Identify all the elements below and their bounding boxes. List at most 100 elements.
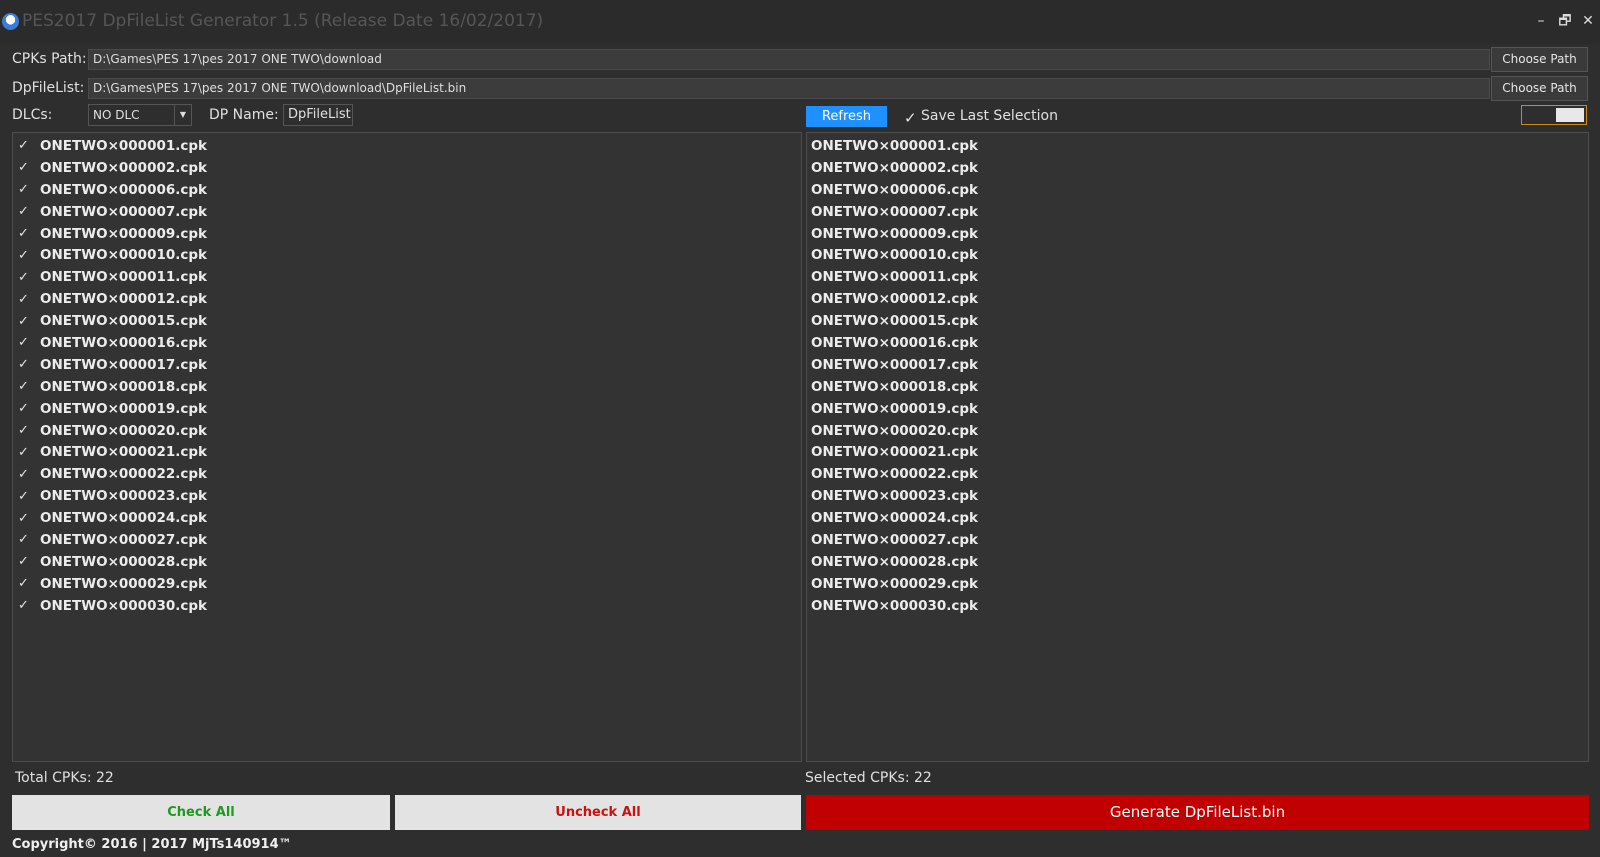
- selected-cpks-count: Selected CPKs: 22: [805, 770, 932, 786]
- file-checkbox[interactable]: ✓: [18, 314, 32, 329]
- selected-file-row[interactable]: ONETWO×000007.cpk: [811, 201, 1588, 223]
- file-name: ONETWO×000027.cpk: [40, 531, 208, 548]
- refresh-button[interactable]: Refresh: [806, 106, 887, 127]
- file-row[interactable]: ✓ ONETWO×000002.cpk: [13, 157, 801, 179]
- selected-file-row[interactable]: ONETWO×000019.cpk: [811, 398, 1588, 420]
- file-checkbox[interactable]: ✓: [18, 576, 32, 591]
- file-row[interactable]: ✓ ONETWO×000023.cpk: [13, 485, 801, 507]
- selected-file-row[interactable]: ONETWO×000006.cpk: [811, 179, 1588, 201]
- selected-file-row[interactable]: ONETWO×000017.cpk: [811, 354, 1588, 376]
- generate-button[interactable]: Generate DpFileList.bin: [806, 795, 1589, 830]
- choose-cpks-path-button[interactable]: Choose Path: [1491, 47, 1588, 72]
- theme-toggle[interactable]: [1521, 105, 1587, 125]
- cpks-path-field[interactable]: D:\Games\PES 17\pes 2017 ONE TWO\downloa…: [88, 49, 1490, 70]
- file-checkbox[interactable]: ✓: [18, 598, 32, 613]
- file-row[interactable]: ✓ ONETWO×000020.cpk: [13, 420, 801, 442]
- file-checkbox[interactable]: ✓: [18, 204, 32, 219]
- file-row[interactable]: ✓ ONETWO×000027.cpk: [13, 529, 801, 551]
- uncheck-all-button[interactable]: Uncheck All: [395, 795, 801, 830]
- file-checkbox[interactable]: ✓: [18, 270, 32, 285]
- selected-file-name: ONETWO×000017.cpk: [811, 356, 979, 373]
- selected-file-row[interactable]: ONETWO×000020.cpk: [811, 420, 1588, 442]
- save-last-selection-checkbox[interactable]: ✓: [904, 109, 917, 127]
- file-checkbox[interactable]: ✓: [18, 467, 32, 482]
- file-row[interactable]: ✓ ONETWO×000006.cpk: [13, 179, 801, 201]
- file-checkbox[interactable]: ✓: [18, 511, 32, 526]
- selected-file-row[interactable]: ONETWO×000001.cpk: [811, 135, 1588, 157]
- file-checkbox[interactable]: ✓: [18, 401, 32, 416]
- file-name: ONETWO×000023.cpk: [40, 488, 208, 505]
- file-checkbox[interactable]: ✓: [18, 489, 32, 504]
- file-checkbox[interactable]: ✓: [18, 138, 32, 153]
- file-name: ONETWO×000010.cpk: [40, 247, 208, 264]
- file-row[interactable]: ✓ ONETWO×000022.cpk: [13, 463, 801, 485]
- file-row[interactable]: ✓ ONETWO×000021.cpk: [13, 441, 801, 463]
- file-checkbox[interactable]: ✓: [18, 335, 32, 350]
- selected-file-name: ONETWO×000024.cpk: [811, 510, 979, 527]
- close-button[interactable]: ✕: [1579, 12, 1597, 30]
- file-checkbox[interactable]: ✓: [18, 445, 32, 460]
- file-name: ONETWO×000002.cpk: [40, 159, 208, 176]
- choose-dpfilelist-path-button[interactable]: Choose Path: [1491, 76, 1588, 101]
- selected-file-row[interactable]: ONETWO×000002.cpk: [811, 157, 1588, 179]
- file-row[interactable]: ✓ ONETWO×000030.cpk: [13, 595, 801, 617]
- file-row[interactable]: ✓ ONETWO×000001.cpk: [13, 135, 801, 157]
- file-row[interactable]: ✓ ONETWO×000029.cpk: [13, 573, 801, 595]
- file-row[interactable]: ✓ ONETWO×000019.cpk: [13, 398, 801, 420]
- chevron-down-icon: ▼: [174, 105, 191, 125]
- selected-file-row[interactable]: ONETWO×000018.cpk: [811, 376, 1588, 398]
- file-row[interactable]: ✓ ONETWO×000015.cpk: [13, 310, 801, 332]
- file-name: ONETWO×000018.cpk: [40, 378, 208, 395]
- file-checkbox[interactable]: ✓: [18, 423, 32, 438]
- file-checkbox[interactable]: ✓: [18, 160, 32, 175]
- selected-file-row[interactable]: ONETWO×000010.cpk: [811, 244, 1588, 266]
- window-title: PES2017 DpFileList Generator 1.5 (Releas…: [22, 11, 544, 31]
- dlc-select[interactable]: NO DLC ▼: [88, 104, 192, 126]
- selected-file-row[interactable]: ONETWO×000029.cpk: [811, 573, 1588, 595]
- file-name: ONETWO×000001.cpk: [40, 137, 208, 154]
- file-row[interactable]: ✓ ONETWO×000009.cpk: [13, 223, 801, 245]
- file-row[interactable]: ✓ ONETWO×000017.cpk: [13, 354, 801, 376]
- selected-file-row[interactable]: ONETWO×000016.cpk: [811, 332, 1588, 354]
- file-row[interactable]: ✓ ONETWO×000011.cpk: [13, 266, 801, 288]
- restore-button[interactable]: 🗗: [1556, 12, 1574, 30]
- file-name: ONETWO×000024.cpk: [40, 510, 208, 527]
- selected-file-row[interactable]: ONETWO×000022.cpk: [811, 463, 1588, 485]
- file-row[interactable]: ✓ ONETWO×000012.cpk: [13, 288, 801, 310]
- file-checkbox[interactable]: ✓: [18, 248, 32, 263]
- file-row[interactable]: ✓ ONETWO×000024.cpk: [13, 507, 801, 529]
- dp-name-input[interactable]: DpFileList: [283, 104, 353, 126]
- minimize-button[interactable]: –: [1532, 12, 1550, 30]
- selected-file-row[interactable]: ONETWO×000015.cpk: [811, 310, 1588, 332]
- selected-file-row[interactable]: ONETWO×000024.cpk: [811, 507, 1588, 529]
- selected-file-row[interactable]: ONETWO×000023.cpk: [811, 485, 1588, 507]
- file-row[interactable]: ✓ ONETWO×000007.cpk: [13, 201, 801, 223]
- file-checkbox[interactable]: ✓: [18, 182, 32, 197]
- file-name: ONETWO×000021.cpk: [40, 444, 208, 461]
- file-checkbox[interactable]: ✓: [18, 357, 32, 372]
- selected-file-row[interactable]: ONETWO×000011.cpk: [811, 266, 1588, 288]
- selected-file-name: ONETWO×000023.cpk: [811, 488, 979, 505]
- selected-file-row[interactable]: ONETWO×000009.cpk: [811, 223, 1588, 245]
- file-checkbox[interactable]: ✓: [18, 226, 32, 241]
- file-checkbox[interactable]: ✓: [18, 532, 32, 547]
- file-row[interactable]: ✓ ONETWO×000016.cpk: [13, 332, 801, 354]
- file-name: ONETWO×000015.cpk: [40, 313, 208, 330]
- dpfilelist-path-field[interactable]: D:\Games\PES 17\pes 2017 ONE TWO\downloa…: [88, 78, 1490, 99]
- file-row[interactable]: ✓ ONETWO×000028.cpk: [13, 551, 801, 573]
- file-row[interactable]: ✓ ONETWO×000010.cpk: [13, 244, 801, 266]
- file-checkbox[interactable]: ✓: [18, 379, 32, 394]
- selected-file-row[interactable]: ONETWO×000028.cpk: [811, 551, 1588, 573]
- selected-file-row[interactable]: ONETWO×000027.cpk: [811, 529, 1588, 551]
- save-last-selection-label: Save Last Selection: [921, 108, 1058, 124]
- file-name: ONETWO×000011.cpk: [40, 269, 208, 286]
- selected-file-name: ONETWO×000006.cpk: [811, 181, 979, 198]
- dlcs-label: DLCs:: [12, 107, 53, 123]
- selected-file-row[interactable]: ONETWO×000030.cpk: [811, 595, 1588, 617]
- selected-file-row[interactable]: ONETWO×000021.cpk: [811, 441, 1588, 463]
- file-row[interactable]: ✓ ONETWO×000018.cpk: [13, 376, 801, 398]
- file-checkbox[interactable]: ✓: [18, 292, 32, 307]
- check-all-button[interactable]: Check All: [12, 795, 390, 830]
- selected-file-row[interactable]: ONETWO×000012.cpk: [811, 288, 1588, 310]
- file-checkbox[interactable]: ✓: [18, 554, 32, 569]
